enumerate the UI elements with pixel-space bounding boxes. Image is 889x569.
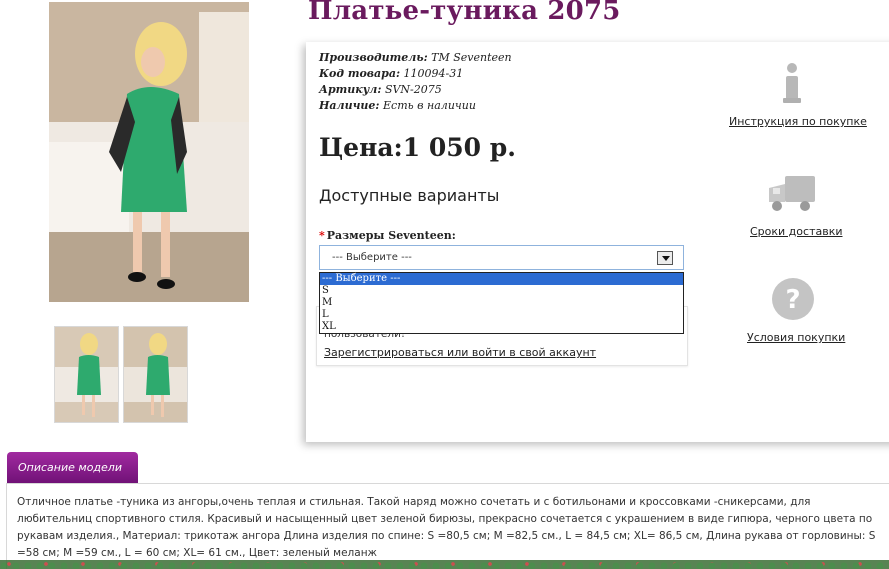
sidebar-item-delivery-times[interactable]: Сроки доставки	[750, 172, 843, 238]
register-login-link[interactable]: Зарегистрироваться или войти в свой акка…	[324, 346, 596, 359]
product-details: Производитель: TM Seventeen Код товара: …	[319, 50, 512, 114]
size-option[interactable]: --- Выберите ---	[320, 273, 683, 285]
detail-article: Артикул: SVN-2075	[319, 83, 442, 96]
required-mark: *	[319, 229, 325, 242]
sidebar-item-label[interactable]: Сроки доставки	[750, 225, 843, 238]
question-icon: ?	[770, 278, 816, 325]
chevron-down-icon[interactable]	[657, 251, 673, 265]
size-select[interactable]: --- Выберите ---	[319, 245, 684, 270]
product-main-image[interactable]	[49, 2, 249, 302]
detail-availability: Наличие: Есть в наличии	[319, 99, 476, 112]
size-option[interactable]: XL	[320, 321, 683, 333]
product-thumbnail[interactable]	[54, 326, 119, 423]
detail-manufacturer: Производитель: TM Seventeen	[319, 51, 512, 64]
size-label: * Размеры Seventeen:	[319, 229, 456, 242]
product-thumbnail[interactable]	[123, 326, 188, 423]
description-text: Отличное платье -туника из ангоры,очень …	[6, 483, 889, 569]
svg-text:?: ?	[785, 285, 800, 315]
detail-product-code: Код товара: 110094-31	[319, 67, 464, 80]
variants-heading: Доступные варианты	[319, 186, 500, 205]
tab-description[interactable]: Описание модели	[7, 452, 138, 484]
sidebar-item-label[interactable]: Инструкция по покупке	[729, 115, 867, 128]
info-icon	[777, 63, 807, 109]
size-option[interactable]: M	[320, 297, 683, 309]
size-dropdown-list[interactable]: --- Выберите --- S M L XL	[319, 272, 684, 334]
garland-decoration	[0, 560, 889, 569]
product-title: Платье-туника 2075	[308, 0, 621, 26]
sidebar-item-purchase-terms[interactable]: ? Условия покупки	[747, 276, 845, 344]
product-price: Цена:1 050 р.	[319, 133, 516, 162]
sidebar-item-label[interactable]: Условия покупки	[747, 331, 845, 344]
size-select-value: --- Выберите ---	[332, 252, 412, 263]
delivery-truck-icon	[767, 176, 819, 219]
size-option[interactable]: L	[320, 309, 683, 321]
sidebar-item-purchase-instructions[interactable]: Инструкция по покупке	[729, 62, 867, 128]
size-option[interactable]: S	[320, 285, 683, 297]
